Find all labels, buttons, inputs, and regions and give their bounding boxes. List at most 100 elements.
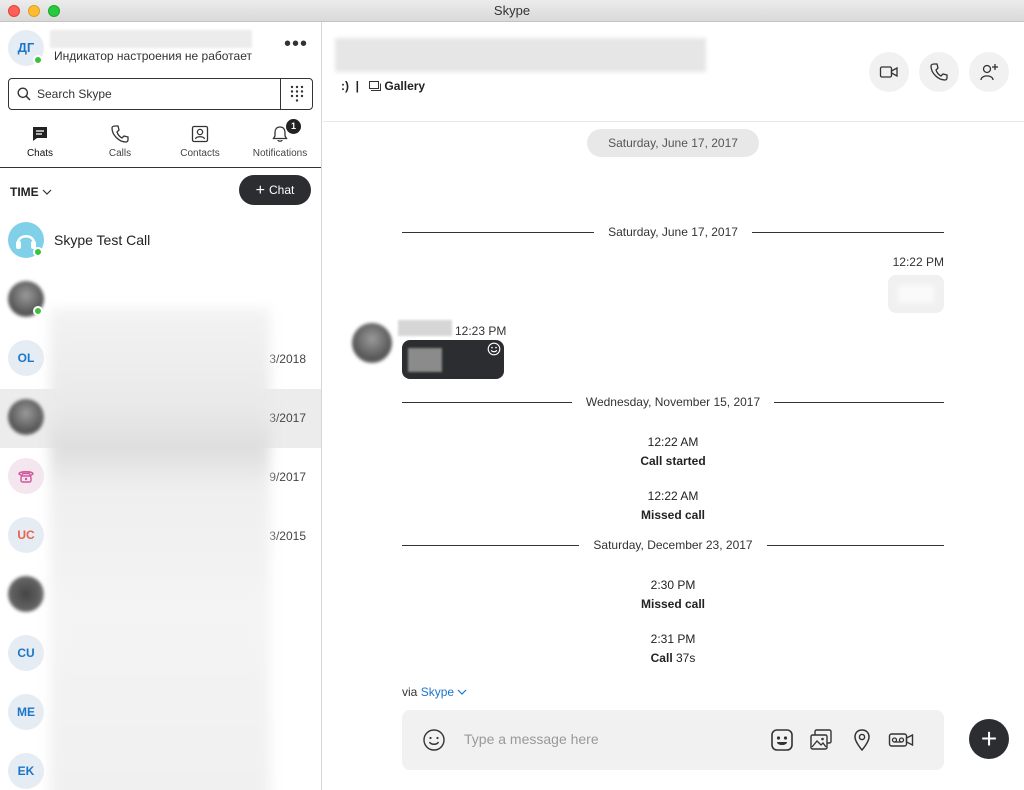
via-skype-link[interactable]: Skype	[421, 685, 454, 699]
online-status-icon	[33, 55, 43, 65]
chat-date: 3/2017	[269, 411, 306, 425]
tabs-divider	[0, 167, 321, 168]
notification-badge: 1	[286, 119, 301, 134]
chat-name: Skype Test Call	[54, 232, 151, 248]
plus-icon: +	[980, 723, 998, 754]
chat-icon	[33, 127, 47, 141]
event-label: Missed call	[640, 508, 706, 522]
call-event: 2:31 PM Call 37s	[523, 632, 823, 665]
chat-avatar	[8, 399, 44, 435]
sender-name-redacted	[398, 320, 452, 336]
add-content-button[interactable]: +	[969, 719, 1009, 759]
tab-label: Calls	[108, 148, 132, 159]
title-bar: Skype	[0, 0, 1024, 22]
chat-date: 9/2017	[269, 470, 306, 484]
message-composer	[402, 710, 944, 770]
window-title: Skype	[493, 3, 531, 18]
meta-separator: |	[355, 79, 360, 93]
sort-label: TIME	[10, 185, 39, 199]
new-chat-label: Chat	[268, 183, 295, 197]
chat-item-skype-test-call[interactable]: Skype Test Call	[0, 212, 321, 271]
event-time: 2:31 PM	[650, 632, 696, 646]
new-chat-button[interactable]: + Chat	[239, 175, 311, 205]
call-event: 12:22 AM Missed call	[523, 489, 823, 522]
audio-call-button[interactable]	[919, 52, 959, 92]
tab-label: Chats	[26, 148, 54, 159]
message-input[interactable]	[464, 730, 744, 748]
date-pill: Saturday, June 17, 2017	[587, 129, 759, 157]
message-timestamp: 12:23 PM	[455, 324, 507, 338]
contact-mood: :)	[341, 79, 349, 93]
video-call-button[interactable]	[869, 52, 909, 92]
profile-name-redacted	[50, 30, 252, 48]
video-camera-icon	[879, 66, 898, 78]
dialpad-button[interactable]	[280, 79, 312, 109]
chevron-down-icon	[42, 189, 52, 195]
tab-label: Contacts	[180, 148, 220, 159]
event-time: 12:22 AM	[647, 435, 699, 449]
date-separator-label: Saturday, June 17, 2017	[594, 225, 752, 239]
chat-avatar	[8, 576, 44, 612]
phone-icon	[18, 471, 34, 483]
location-pin-icon[interactable]	[849, 727, 875, 753]
message-timestamp: 12:22 PM	[892, 255, 944, 269]
sidebar: ДГ Индикатор настроения не работает •••	[0, 22, 322, 790]
outgoing-message-bubble[interactable]	[888, 275, 944, 313]
tab-calls[interactable]: Calls	[80, 120, 160, 168]
call-duration: 37s	[676, 651, 696, 665]
add-people-button[interactable]	[969, 52, 1009, 92]
plus-icon: +	[255, 182, 265, 199]
conversation-meta: :) | Gallery	[341, 79, 425, 93]
emoji-icon[interactable]	[422, 728, 446, 752]
conversation-pane: :) | Gallery Saturday, June 17, 2017 Sat…	[323, 22, 1024, 790]
online-status-icon	[33, 306, 43, 316]
gallery-icon	[369, 81, 382, 91]
chat-avatar: EK	[8, 753, 44, 789]
via-skype: via Skype	[402, 685, 467, 699]
chat-avatar: UC	[8, 517, 44, 553]
contacts-icon	[191, 125, 209, 143]
call-event: 2:30 PM Missed call	[523, 578, 823, 611]
sort-dropdown[interactable]: TIME	[10, 185, 52, 199]
incoming-message-bubble[interactable]	[402, 340, 504, 379]
more-options-button[interactable]: •••	[283, 34, 309, 58]
event-time: 2:30 PM	[650, 578, 696, 592]
via-prefix: via	[402, 685, 418, 699]
tab-contacts[interactable]: Contacts	[160, 120, 240, 168]
tab-notifications[interactable]: 1 Notifications	[240, 119, 320, 168]
media-gallery-icon[interactable]	[808, 727, 834, 753]
online-status-icon	[33, 247, 43, 257]
event-label: Call started	[640, 454, 706, 468]
chat-date: 3/2018	[269, 352, 306, 366]
search-input[interactable]	[37, 85, 277, 103]
chat-avatar: ME	[8, 694, 44, 730]
tab-label: Notifications	[252, 148, 308, 159]
tab-chats[interactable]: Chats	[0, 120, 80, 168]
event-time: 12:22 AM	[647, 489, 699, 503]
sender-avatar[interactable]	[352, 323, 392, 363]
gallery-link[interactable]: Gallery	[384, 79, 425, 93]
smiley-react-icon[interactable]	[487, 342, 501, 356]
chat-avatar	[8, 458, 44, 494]
sticker-icon[interactable]	[769, 727, 795, 753]
search-box	[8, 78, 313, 110]
image-thumbnail[interactable]	[408, 348, 442, 372]
phone-icon	[111, 125, 129, 143]
date-separator-label: Saturday, December 23, 2017	[579, 538, 767, 552]
header-divider	[323, 121, 1024, 122]
profile-initials: ДГ	[17, 40, 35, 55]
date-separator: Wednesday, November 15, 2017	[402, 395, 944, 409]
chat-avatar: CU	[8, 635, 44, 671]
chat-names-redacted	[50, 308, 270, 790]
mood-message[interactable]: Индикатор настроения не работает	[54, 49, 252, 63]
add-person-icon	[980, 64, 998, 81]
date-separator: Saturday, December 23, 2017	[402, 538, 944, 552]
date-separator: Saturday, June 17, 2017	[402, 225, 944, 239]
call-event: 12:22 AM Call started	[523, 435, 823, 468]
video-message-icon[interactable]	[888, 727, 914, 753]
event-label: Call	[650, 651, 673, 665]
phone-icon	[930, 63, 948, 81]
chat-avatar: OL	[8, 340, 44, 376]
chevron-down-icon[interactable]	[457, 689, 467, 696]
event-label: Missed call	[640, 597, 706, 611]
